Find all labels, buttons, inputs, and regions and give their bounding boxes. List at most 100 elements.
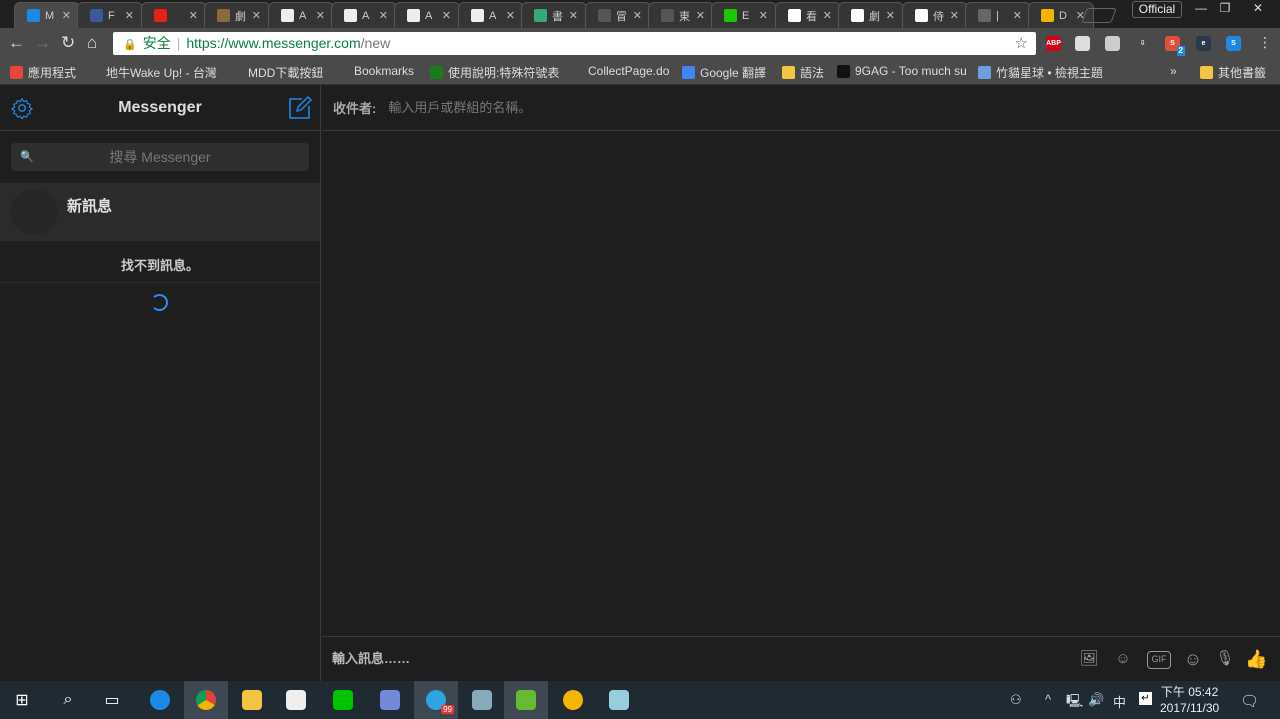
close-tab-icon[interactable]: ✕ bbox=[506, 9, 515, 22]
store-icon[interactable] bbox=[274, 681, 318, 719]
browser-tab[interactable]: F ✕ bbox=[77, 2, 144, 28]
compose-icon[interactable] bbox=[288, 96, 312, 120]
bookmark-item[interactable]: 語法 bbox=[782, 64, 824, 81]
close-tab-icon[interactable]: ✕ bbox=[125, 9, 134, 22]
microphone-icon[interactable]: 🎙 bbox=[1214, 649, 1236, 671]
bookmark-item[interactable]: 9GAG - Too much su bbox=[837, 64, 967, 78]
bookmark-item[interactable]: 地牛Wake Up! - 台灣 bbox=[88, 64, 217, 81]
start-button[interactable]: ⊞ bbox=[0, 681, 44, 719]
like-thumb-icon[interactable]: 👍 bbox=[1245, 649, 1267, 671]
message-input[interactable] bbox=[332, 651, 1032, 666]
sticker-icon[interactable]: ☺ bbox=[1112, 649, 1134, 671]
close-tab-icon[interactable]: ✕ bbox=[379, 9, 388, 22]
line-icon[interactable] bbox=[321, 681, 365, 719]
browser-tab[interactable]: 看 ✕ bbox=[774, 2, 841, 28]
people-icon[interactable]: ⚇ bbox=[1010, 692, 1022, 708]
notepad-icon[interactable] bbox=[504, 681, 548, 719]
bookmark-item[interactable]: 使用說明:特殊符號表 bbox=[430, 64, 559, 81]
discord-icon[interactable] bbox=[368, 681, 412, 719]
divider bbox=[0, 282, 320, 283]
close-tab-icon[interactable]: ✕ bbox=[442, 9, 451, 22]
browser-tab[interactable]: 侍 ✕ bbox=[901, 2, 968, 28]
restore-button[interactable]: ❐ bbox=[1210, 0, 1240, 17]
gif-button[interactable]: GIF bbox=[1147, 651, 1171, 669]
chrome-icon[interactable] bbox=[184, 681, 228, 719]
task-view-icon[interactable]: ▭ bbox=[90, 681, 134, 719]
search-taskbar-icon[interactable]: ⌕ bbox=[46, 681, 90, 719]
profile-button[interactable]: Official bbox=[1132, 1, 1182, 18]
close-tab-icon[interactable]: ✕ bbox=[949, 9, 958, 22]
home-icon[interactable]: ⌂ bbox=[87, 33, 97, 53]
extension-e-icon[interactable]: e bbox=[1196, 36, 1211, 51]
browser-tab[interactable]: 冒 ✕ bbox=[584, 2, 651, 28]
conversation-pane: 收件者: 🖼 ☺ GIF ☺ 🎙 👍 bbox=[322, 85, 1280, 681]
search-icon: 🔍 bbox=[20, 151, 34, 163]
browser-tab[interactable]: A ✕ bbox=[331, 2, 397, 28]
close-tab-icon[interactable]: ✕ bbox=[823, 9, 832, 22]
clock[interactable]: 下午 05:42 2017/11/30 bbox=[1160, 684, 1219, 716]
close-tab-icon[interactable]: ✕ bbox=[759, 9, 768, 22]
close-tab-icon[interactable]: ✕ bbox=[315, 9, 324, 22]
close-tab-icon[interactable]: ✕ bbox=[189, 9, 198, 22]
browser-tab[interactable]: | ✕ bbox=[965, 2, 1031, 28]
telegram-badge: 99 bbox=[441, 705, 454, 714]
browser-tab[interactable]: 書 ✕ bbox=[521, 2, 588, 28]
close-tab-icon[interactable]: ✕ bbox=[632, 9, 641, 22]
close-tab-icon[interactable]: ✕ bbox=[886, 9, 895, 22]
emoji-icon[interactable]: ☺ bbox=[1182, 649, 1204, 671]
search-messenger-input[interactable]: 🔍 搜尋 Messenger bbox=[11, 143, 309, 171]
telegram-icon[interactable]: 99 bbox=[414, 681, 458, 719]
download-icon[interactable]: ⇩ bbox=[1135, 36, 1150, 51]
browser-tab[interactable]: 東 ✕ bbox=[648, 2, 714, 28]
close-tab-icon[interactable]: ✕ bbox=[1013, 9, 1022, 22]
back-icon[interactable]: ← bbox=[8, 33, 25, 53]
bookmark-star-icon[interactable]: ☆ bbox=[1015, 32, 1028, 55]
action-center-icon[interactable]: 🗨 bbox=[1240, 692, 1259, 710]
browser-tab[interactable]: 劇 ✕ bbox=[204, 2, 271, 28]
close-tab-icon[interactable]: ✕ bbox=[569, 9, 578, 22]
app-icon[interactable] bbox=[551, 681, 595, 719]
edge-icon[interactable] bbox=[138, 681, 182, 719]
forward-icon[interactable]: → bbox=[34, 33, 51, 53]
app-icon[interactable] bbox=[460, 681, 504, 719]
volume-icon[interactable]: 🔊 bbox=[1088, 692, 1104, 708]
extension-blue-s-icon[interactable]: S bbox=[1226, 36, 1241, 51]
bookmark-item[interactable]: Bookmarks bbox=[336, 64, 414, 78]
bookmark-item[interactable]: 應用程式 bbox=[10, 64, 76, 81]
extension-circle-icon[interactable] bbox=[1105, 36, 1120, 51]
recipient-input[interactable] bbox=[388, 100, 989, 115]
ime-indicator[interactable]: 中 bbox=[1113, 692, 1126, 711]
close-tab-icon[interactable]: ✕ bbox=[62, 9, 71, 22]
close-tab-icon[interactable]: ✕ bbox=[696, 9, 705, 22]
extension-note-icon[interactable] bbox=[1075, 36, 1090, 51]
tray-chevron-icon[interactable]: ^ bbox=[1045, 692, 1051, 707]
reload-icon[interactable]: ↻ bbox=[61, 33, 75, 53]
address-bar[interactable]: 🔒 安全 | https://www.messenger.com/new ☆ bbox=[113, 32, 1036, 55]
browser-tab[interactable]: 劇 ✕ bbox=[838, 2, 905, 28]
conversation-item-new-message[interactable]: 新訊息 bbox=[0, 183, 320, 241]
other-bookmarks[interactable]: 其他書籤 bbox=[1200, 64, 1266, 81]
network-icon[interactable]: 🖳 bbox=[1066, 692, 1083, 714]
browser-tab[interactable]: A ✕ bbox=[267, 2, 334, 28]
browser-tab[interactable]: A ✕ bbox=[457, 2, 524, 28]
extension-s-icon[interactable]: S2 bbox=[1165, 36, 1185, 56]
photo-icon[interactable]: 🖼 bbox=[1078, 649, 1100, 671]
new-tab-button[interactable] bbox=[1081, 8, 1117, 23]
bookmark-item[interactable]: CollectPage.do bbox=[570, 64, 669, 78]
more-bookmarks[interactable]: » bbox=[1170, 64, 1177, 78]
bookmark-item[interactable]: Google 翻譯 bbox=[682, 64, 766, 81]
adblock-plus-icon[interactable]: ABP bbox=[1046, 36, 1061, 51]
file-explorer-icon[interactable] bbox=[230, 681, 274, 719]
input-mode-icon[interactable]: ↵ bbox=[1139, 692, 1152, 705]
browser-tab[interactable]: A ✕ bbox=[394, 2, 461, 28]
paint-icon[interactable] bbox=[597, 681, 641, 719]
menu-icon[interactable]: ⋮ bbox=[1258, 34, 1272, 51]
bookmark-item[interactable]: 竹貓星球 • 檢視主題 bbox=[978, 64, 1103, 81]
browser-tab[interactable]: ✕ bbox=[140, 2, 207, 28]
browser-tab[interactable]: E ✕ bbox=[711, 2, 778, 28]
extension-label: S bbox=[1170, 40, 1175, 47]
bookmark-item[interactable]: MDD下載按鈕 bbox=[230, 64, 323, 81]
close-tab-icon[interactable]: ✕ bbox=[252, 9, 261, 22]
browser-tab[interactable]: M ✕ bbox=[14, 2, 80, 28]
close-window-button[interactable]: ✕ bbox=[1238, 0, 1278, 17]
